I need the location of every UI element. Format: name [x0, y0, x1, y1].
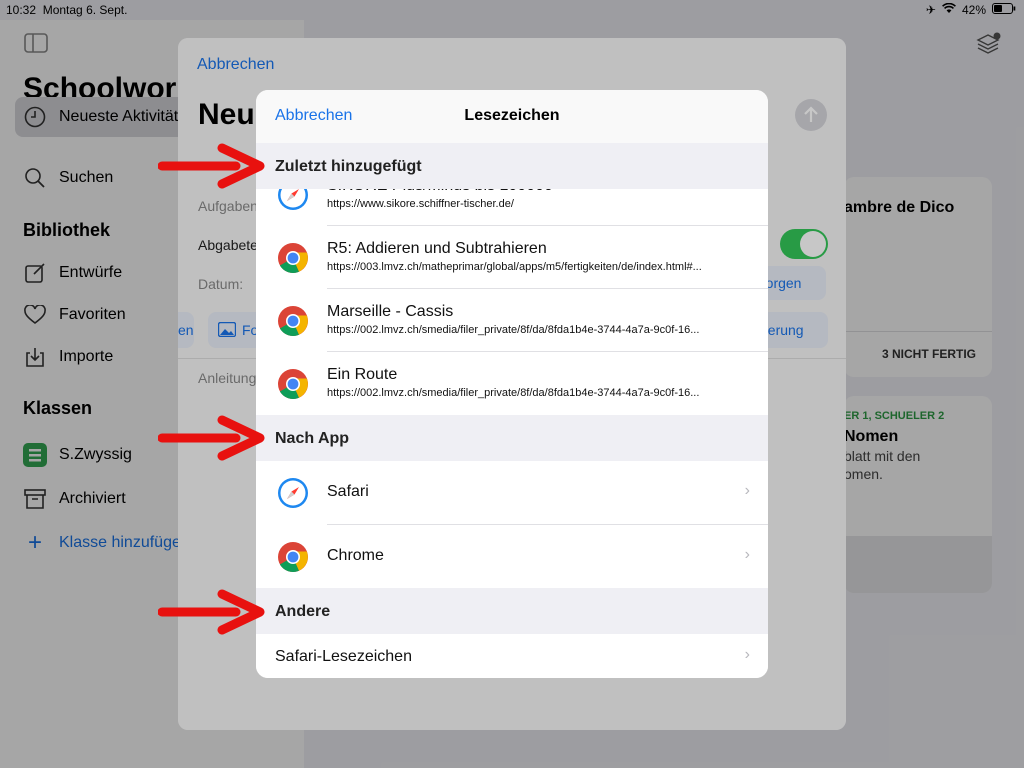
app-row-chrome[interactable]: Chrome ›: [256, 525, 768, 588]
safari-bookmarks-row[interactable]: Safari-Lesezeichen ›: [256, 634, 768, 678]
status-date: Montag 6. Sept.: [42, 3, 128, 17]
bookmark-title: Marseille - Cassis: [327, 303, 454, 320]
bookmark-title: Ein Route: [327, 366, 398, 383]
bookmark-row[interactable]: Marseille - Cassis https://002.lmvz.ch/s…: [256, 289, 768, 352]
section-header-by-app: Nach App: [256, 415, 768, 461]
bookmark-url: https://003.lmvz.ch/matheprimar/global/a…: [327, 261, 702, 273]
battery-icon: [992, 3, 1016, 17]
safari-bookmarks-label: Safari-Lesezeichen: [275, 648, 412, 665]
section-header-other: Andere: [256, 588, 768, 634]
chrome-icon: [278, 369, 308, 400]
app-label: Chrome: [327, 547, 384, 564]
chrome-icon: [278, 542, 308, 573]
status-bar: 10:32 Montag 6. Sept. ✈ 42%: [0, 0, 1024, 20]
modal-title: Lesezeichen: [464, 107, 560, 124]
bookmarks-modal: Abbrechen Lesezeichen Zuletzt hinzugefüg…: [256, 90, 768, 678]
airplane-icon: ✈: [925, 3, 936, 17]
app-label: Safari: [327, 483, 369, 500]
wifi-icon: [942, 2, 956, 17]
section-title: Nach App: [275, 430, 350, 447]
annotation-arrow-icon: [158, 415, 265, 461]
chevron-right-icon: ›: [744, 646, 750, 663]
bookmark-title: R5: Addieren und Subtrahieren: [327, 240, 547, 257]
bookmark-url: https://002.lmvz.ch/smedia/filer_private…: [327, 324, 700, 336]
chevron-right-icon: ›: [744, 482, 750, 499]
section-title: Zuletzt hinzugefügt: [275, 158, 422, 175]
annotation-arrow-icon: [158, 143, 265, 189]
bookmark-row[interactable]: Ein Route https://002.lmvz.ch/smedia/fil…: [256, 352, 768, 415]
app-row-safari[interactable]: Safari ›: [256, 461, 768, 525]
bookmark-url: https://www.sikore.schiffner-tischer.de/: [327, 198, 514, 210]
chrome-icon: [278, 306, 308, 337]
annotation-arrow-icon: [158, 589, 265, 635]
bookmark-row[interactable]: R5: Addieren und Subtrahieren https://00…: [256, 226, 768, 289]
safari-icon: [278, 478, 308, 508]
battery-percent: 42%: [961, 3, 986, 17]
chrome-icon: [278, 243, 308, 274]
section-header-recent: Zuletzt hinzugefügt: [256, 143, 768, 189]
section-title: Andere: [275, 603, 331, 620]
bookmark-url: https://002.lmvz.ch/smedia/filer_private…: [327, 387, 700, 399]
modal-nav-bar: Abbrechen Lesezeichen: [256, 90, 768, 144]
chevron-right-icon: ›: [744, 546, 750, 563]
status-time: 10:32: [6, 3, 37, 17]
